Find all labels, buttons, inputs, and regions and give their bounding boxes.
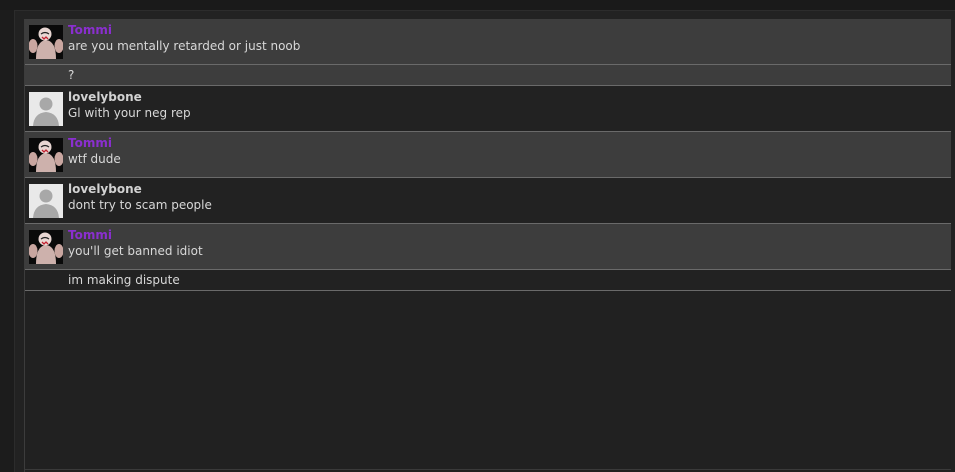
- message-text: are you mentally retarded or just noob: [68, 39, 301, 53]
- chat-log: Tommi are you mentally retarded or just …: [24, 19, 951, 472]
- chat-bottom-border: [24, 469, 951, 470]
- message-author[interactable]: lovelybone: [68, 90, 142, 104]
- chat-message: lovelybone dont try to scam people: [25, 178, 951, 224]
- chat-message: Tommi wtf dude: [25, 132, 951, 178]
- message-author[interactable]: Tommi: [68, 23, 112, 37]
- message-author[interactable]: Tommi: [68, 228, 112, 242]
- chat-message: Tommi are you mentally retarded or just …: [25, 19, 951, 86]
- chat-message: Tommi you'll get banned idiot im making …: [25, 224, 951, 291]
- default-user-avatar-icon[interactable]: [29, 92, 63, 126]
- message-text: dont try to scam people: [68, 198, 212, 212]
- tommi-avatar-icon[interactable]: [29, 138, 63, 172]
- message-followup: im making dispute: [25, 269, 951, 290]
- tommi-avatar-icon[interactable]: [29, 230, 63, 264]
- message-followup: ?: [25, 64, 951, 85]
- message-text: Gl with your neg rep: [68, 106, 191, 120]
- followup-text: ?: [68, 68, 75, 82]
- message-text: you'll get banned idiot: [68, 244, 203, 258]
- tommi-avatar-icon[interactable]: [29, 25, 63, 59]
- message-author[interactable]: lovelybone: [68, 182, 142, 196]
- followup-text: im making dispute: [68, 273, 180, 287]
- default-user-avatar-icon[interactable]: [29, 184, 63, 218]
- chat-message: lovelybone Gl with your neg rep: [25, 86, 951, 132]
- message-author[interactable]: Tommi: [68, 136, 112, 150]
- message-text: wtf dude: [68, 152, 121, 166]
- window-top-strip: [0, 0, 955, 10]
